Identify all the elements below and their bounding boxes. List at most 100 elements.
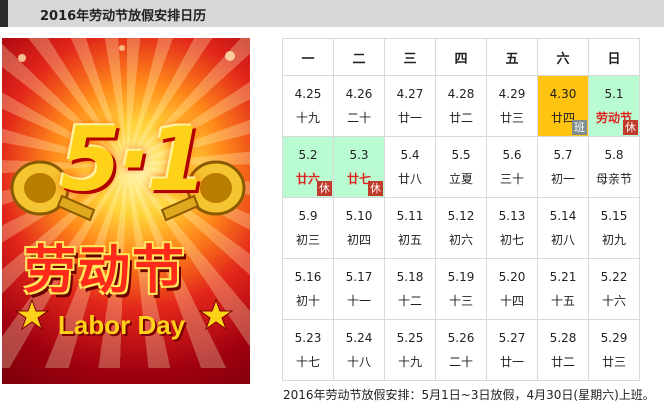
- calendar-week-row: 5.2 廿六休 5.3 廿七休 5.4 廿八 5.5 立夏 5.6 三十 5.7 初一 5.8 母亲节: [282, 136, 640, 198]
- day-lunar: 初四: [346, 233, 371, 247]
- calendar-day-cell: 5.24 十八: [333, 319, 385, 381]
- work-day-badge: 班: [572, 120, 587, 135]
- day-date: 5.2: [298, 148, 318, 162]
- calendar-day-cell: 5.14 初八: [537, 197, 589, 259]
- day-lunar: 初五: [397, 233, 422, 247]
- calendar-week-row: 4.25 十九 4.26 二十 4.27 廿一 4.28 廿二 4.29 廿三 4.30 廿四班 5.1…: [282, 75, 640, 137]
- calendar-day-cell: 5.6 三十: [486, 136, 538, 198]
- day-lunar: 十六: [601, 294, 626, 308]
- star-left-icon: [14, 298, 50, 331]
- day-date: 5.1: [604, 87, 624, 101]
- day-date: 4.27: [396, 87, 424, 101]
- calendar-day-cell: 5.22 十六: [588, 258, 640, 320]
- day-lunar: 廿二: [448, 111, 473, 125]
- day-date: 5.20: [498, 270, 526, 284]
- weekday-header-row: 一 二 三 四 五 六 日: [282, 38, 640, 76]
- calendar-day-cell: 4.28 廿二: [435, 75, 487, 137]
- calendar-day-cell: 4.30 廿四班: [537, 75, 589, 137]
- calendar-day-cell: 5.25 十九: [384, 319, 436, 381]
- day-lunar: 十九: [295, 111, 320, 125]
- calendar-day-cell: 5.17 十一: [333, 258, 385, 320]
- weekday-header: 二: [333, 38, 385, 76]
- weekday-header: 三: [384, 38, 436, 76]
- day-date: 4.30: [549, 87, 577, 101]
- day-date: 5.26: [447, 331, 475, 345]
- day-date: 5.24: [345, 331, 373, 345]
- day-lunar: 廿一: [397, 111, 422, 125]
- day-date: 5.18: [396, 270, 424, 284]
- calendar-body: 4.25 十九 4.26 二十 4.27 廿一 4.28 廿二 4.29 廿三 4.30 廿四班 5.1…: [282, 75, 640, 381]
- day-date: 5.23: [294, 331, 322, 345]
- calendar-day-cell: 5.27 廿一: [486, 319, 538, 381]
- day-lunar: 廿八: [397, 172, 422, 186]
- calendar-day-cell: 5.20 十四: [486, 258, 538, 320]
- calendar-day-cell: 5.4 廿八: [384, 136, 436, 198]
- calendar-day-cell: 5.12 初六: [435, 197, 487, 259]
- calendar-day-cell: 4.27 廿一: [384, 75, 436, 137]
- poster-number: 5·1: [60, 108, 208, 211]
- day-lunar: 初八: [550, 233, 575, 247]
- holiday-note: 2016年劳动节放假安排：5月1日~3日放假，4月30日(星期六)上班。: [283, 388, 655, 402]
- rest-day-badge: 休: [368, 181, 383, 196]
- day-date: 5.7: [553, 148, 573, 162]
- day-date: 5.25: [396, 331, 424, 345]
- day-date: 5.4: [400, 148, 420, 162]
- calendar-day-cell: 5.29 廿三: [588, 319, 640, 381]
- day-date: 5.27: [498, 331, 526, 345]
- day-date: 4.29: [498, 87, 526, 101]
- title-marker: [0, 0, 8, 27]
- calendar-day-cell: 5.5 立夏: [435, 136, 487, 198]
- day-date: 5.8: [604, 148, 624, 162]
- calendar-day-cell: 5.16 初十: [282, 258, 334, 320]
- calendar-day-cell: 5.7 初一: [537, 136, 589, 198]
- day-date: 5.19: [447, 270, 475, 284]
- calendar-day-cell: 5.2 廿六休: [282, 136, 334, 198]
- day-lunar: 十九: [397, 355, 422, 369]
- calendar-week-row: 5.16 初十 5.17 十一 5.18 十二 5.19 十三 5.20 十四 5.21 十五 5.22…: [282, 258, 640, 320]
- calendar-day-cell: 5.28 廿二: [537, 319, 589, 381]
- poster-festival-title: 劳动节: [24, 241, 187, 301]
- day-lunar: 二十: [448, 355, 473, 369]
- calendar-day-cell: 5.23 十七: [282, 319, 334, 381]
- day-date: 5.28: [549, 331, 577, 345]
- calendar-week-row: 5.23 十七 5.24 十八 5.25 十九 5.26 二十 5.27 廿一 5.28 廿二 5.29…: [282, 319, 640, 381]
- day-date: 5.5: [451, 148, 471, 162]
- day-date: 5.11: [396, 209, 424, 223]
- day-lunar: 廿二: [550, 355, 575, 369]
- day-lunar: 初七: [499, 233, 524, 247]
- calendar-day-cell: 5.11 初五: [384, 197, 436, 259]
- day-date: 5.6: [502, 148, 522, 162]
- day-lunar: 十三: [448, 294, 473, 308]
- day-lunar: 初三: [295, 233, 320, 247]
- weekday-header: 一: [282, 38, 334, 76]
- day-lunar: 廿三: [499, 111, 524, 125]
- day-date: 4.26: [345, 87, 373, 101]
- day-date: 4.25: [294, 87, 322, 101]
- rest-day-badge: 休: [623, 120, 638, 135]
- calendar-day-cell: 5.19 十三: [435, 258, 487, 320]
- day-lunar: 十二: [397, 294, 422, 308]
- day-lunar: 二十: [346, 111, 371, 125]
- calendar-day-cell: 4.29 廿三: [486, 75, 538, 137]
- calendar-day-cell: 5.15 初九: [588, 197, 640, 259]
- day-date: 5.14: [549, 209, 577, 223]
- star-right-icon: [198, 298, 234, 331]
- calendar-day-cell: 5.1 劳动节休: [588, 75, 640, 137]
- day-lunar: 初九: [601, 233, 626, 247]
- day-date: 5.21: [549, 270, 577, 284]
- day-lunar: 立夏: [448, 172, 473, 186]
- calendar-day-cell: 5.18 十二: [384, 258, 436, 320]
- day-date: 5.13: [498, 209, 526, 223]
- day-date: 5.12: [447, 209, 475, 223]
- day-date: 5.3: [349, 148, 369, 162]
- day-lunar: 初六: [448, 233, 473, 247]
- day-lunar: 三十: [499, 172, 524, 186]
- day-date: 5.17: [345, 270, 373, 284]
- day-date: 5.9: [298, 209, 318, 223]
- day-date: 4.28: [447, 87, 475, 101]
- calendar-day-cell: 4.25 十九: [282, 75, 334, 137]
- holiday-calendar: 一 二 三 四 五 六 日 4.25 十九 4.26 二十 4.27 廿一 4.28 廿二 4.…: [282, 38, 640, 381]
- day-lunar: 十七: [295, 355, 320, 369]
- weekday-header: 四: [435, 38, 487, 76]
- calendar-day-cell: 5.8 母亲节: [588, 136, 640, 198]
